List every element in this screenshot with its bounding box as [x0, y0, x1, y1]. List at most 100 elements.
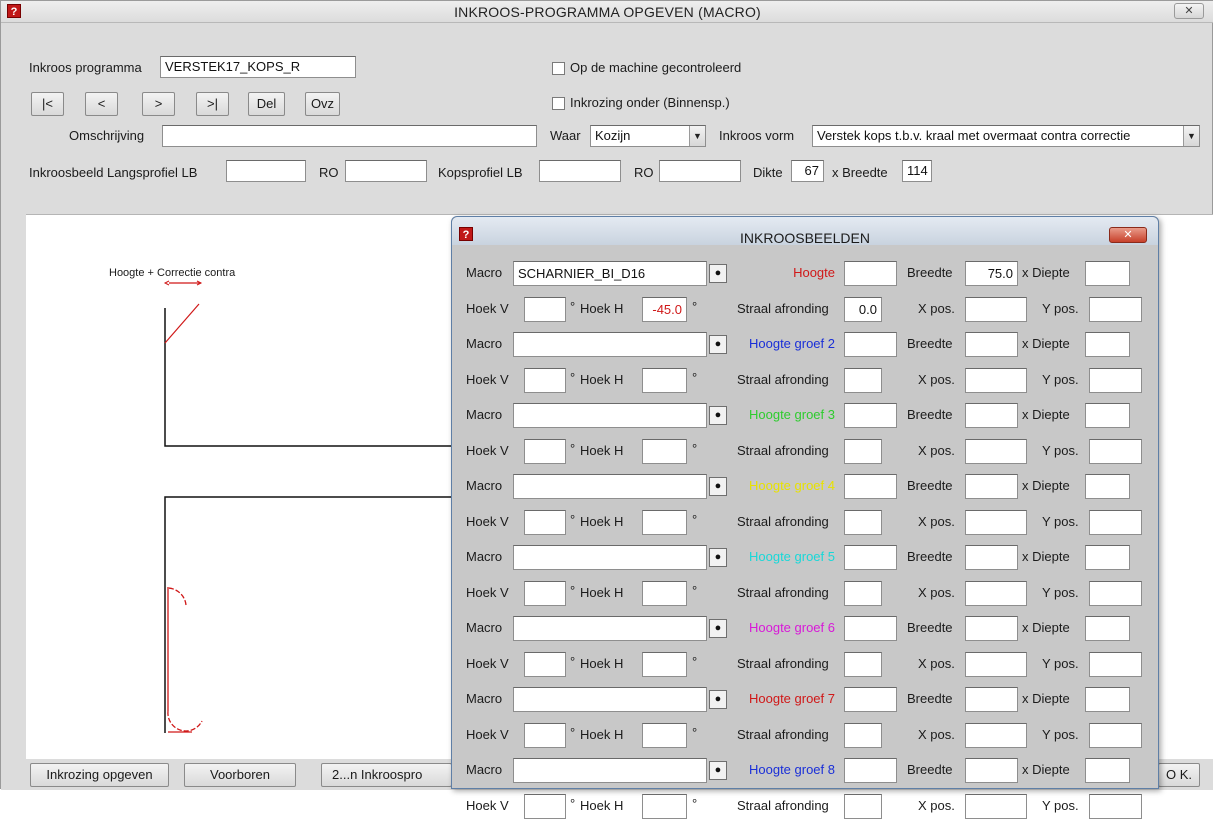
hoek-v-input[interactable]	[524, 793, 566, 819]
xpos-input[interactable]	[965, 509, 1027, 535]
hoogte-input[interactable]	[844, 758, 897, 783]
macro-select-button[interactable]: ●	[709, 477, 727, 496]
macro-select-button[interactable]: ●	[709, 406, 727, 425]
macro-select-button[interactable]: ●	[709, 761, 727, 780]
ypos-input[interactable]	[1089, 438, 1142, 464]
ypos-input[interactable]	[1089, 651, 1142, 677]
hoek-v-input[interactable]	[524, 438, 566, 464]
macro-select-button[interactable]: ●	[709, 335, 727, 354]
hoogte-input[interactable]	[844, 616, 897, 641]
hoek-h-input[interactable]	[642, 580, 687, 606]
chevron-down-icon[interactable]: ▼	[1183, 126, 1199, 146]
hoogte-input[interactable]	[844, 261, 897, 286]
macro-input[interactable]	[513, 758, 707, 783]
breedte-input[interactable]: 114	[902, 160, 932, 182]
diepte-input[interactable]	[1085, 261, 1130, 286]
waar-select[interactable]: Kozijn ▼	[590, 125, 706, 147]
hoek-v-input[interactable]	[524, 722, 566, 748]
macro-input[interactable]: SCHARNIER_BI_D16	[513, 261, 707, 286]
close-button[interactable]: ✕	[1174, 3, 1204, 19]
hoek-v-input[interactable]	[524, 296, 566, 322]
delete-button[interactable]: Del	[248, 92, 285, 116]
program-input[interactable]: VERSTEK17_KOPS_R	[160, 56, 356, 78]
straal-input[interactable]	[844, 580, 882, 606]
hoek-h-input[interactable]	[642, 367, 687, 393]
hoek-h-input[interactable]	[642, 651, 687, 677]
straal-input[interactable]: 0.0	[844, 296, 882, 322]
breedte-input[interactable]	[965, 403, 1018, 428]
langsprofiel-lb-input[interactable]	[226, 160, 306, 182]
hoek-v-input[interactable]	[524, 367, 566, 393]
kopsprofiel-ro-input[interactable]	[659, 160, 741, 182]
overview-button[interactable]: Ovz	[305, 92, 340, 116]
chevron-down-icon[interactable]: ▼	[689, 126, 705, 146]
langsprofiel-ro-input[interactable]	[345, 160, 427, 182]
dialog-close-icon[interactable]: ✕	[1109, 227, 1147, 243]
hoek-h-input[interactable]	[642, 722, 687, 748]
xpos-input[interactable]	[965, 651, 1027, 677]
diepte-input[interactable]	[1085, 474, 1130, 499]
xpos-input[interactable]	[965, 367, 1027, 393]
hoek-h-input[interactable]: -45.0	[642, 296, 687, 322]
diepte-input[interactable]	[1085, 545, 1130, 570]
breedte-input[interactable]	[965, 687, 1018, 712]
macro-input[interactable]	[513, 616, 707, 641]
hoek-v-input[interactable]	[524, 651, 566, 677]
hoogte-input[interactable]	[844, 474, 897, 499]
macro-select-button[interactable]: ●	[709, 548, 727, 567]
macro-input[interactable]	[513, 332, 707, 357]
macro-input[interactable]	[513, 687, 707, 712]
straal-input[interactable]	[844, 793, 882, 819]
hoogte-input[interactable]	[844, 403, 897, 428]
last-record-button[interactable]: >|	[196, 92, 229, 116]
ypos-input[interactable]	[1089, 509, 1142, 535]
breedte-input[interactable]	[965, 616, 1018, 641]
next-record-button[interactable]: >	[142, 92, 175, 116]
breedte-input[interactable]: 75.0	[965, 261, 1018, 286]
macro-input[interactable]	[513, 474, 707, 499]
straal-input[interactable]	[844, 367, 882, 393]
breedte-input[interactable]	[965, 758, 1018, 783]
hoek-v-input[interactable]	[524, 509, 566, 535]
breedte-input[interactable]	[965, 545, 1018, 570]
hoek-h-input[interactable]	[642, 438, 687, 464]
dikte-input[interactable]: 67	[791, 160, 824, 182]
macro-select-button[interactable]: ●	[709, 690, 727, 709]
voorboren-button[interactable]: Voorboren	[184, 763, 296, 787]
ypos-input[interactable]	[1089, 296, 1142, 322]
kopsprofiel-lb-input[interactable]	[539, 160, 621, 182]
diepte-input[interactable]	[1085, 403, 1130, 428]
xpos-input[interactable]	[965, 793, 1027, 819]
macro-input[interactable]	[513, 545, 707, 570]
xpos-input[interactable]	[965, 722, 1027, 748]
checkbox-gecontroleerd[interactable]	[552, 62, 565, 75]
breedte-input[interactable]	[965, 474, 1018, 499]
first-record-button[interactable]: |<	[31, 92, 64, 116]
hoek-h-input[interactable]	[642, 509, 687, 535]
inkroos-vorm-select[interactable]: Verstek kops t.b.v. kraal met overmaat c…	[812, 125, 1200, 147]
hoek-v-input[interactable]	[524, 580, 566, 606]
straal-input[interactable]	[844, 722, 882, 748]
xpos-input[interactable]	[965, 296, 1027, 322]
straal-input[interactable]	[844, 438, 882, 464]
diepte-input[interactable]	[1085, 758, 1130, 783]
breedte-input[interactable]	[965, 332, 1018, 357]
macro-input[interactable]	[513, 403, 707, 428]
hoek-h-input[interactable]	[642, 793, 687, 819]
ypos-input[interactable]	[1089, 367, 1142, 393]
ypos-input[interactable]	[1089, 793, 1142, 819]
hoogte-input[interactable]	[844, 545, 897, 570]
omschrijving-input[interactable]	[162, 125, 537, 147]
diepte-input[interactable]	[1085, 687, 1130, 712]
ypos-input[interactable]	[1089, 722, 1142, 748]
hoogte-input[interactable]	[844, 332, 897, 357]
checkbox-inkrozing-onder[interactable]	[552, 97, 565, 110]
diepte-input[interactable]	[1085, 616, 1130, 641]
inkroosprogramma-button[interactable]: 2...n Inkroospro	[321, 763, 452, 787]
hoogte-input[interactable]	[844, 687, 897, 712]
diepte-input[interactable]	[1085, 332, 1130, 357]
macro-select-button[interactable]: ●	[709, 619, 727, 638]
ok-button[interactable]: O K.	[1158, 763, 1200, 787]
macro-select-button[interactable]: ●	[709, 264, 727, 283]
ypos-input[interactable]	[1089, 580, 1142, 606]
